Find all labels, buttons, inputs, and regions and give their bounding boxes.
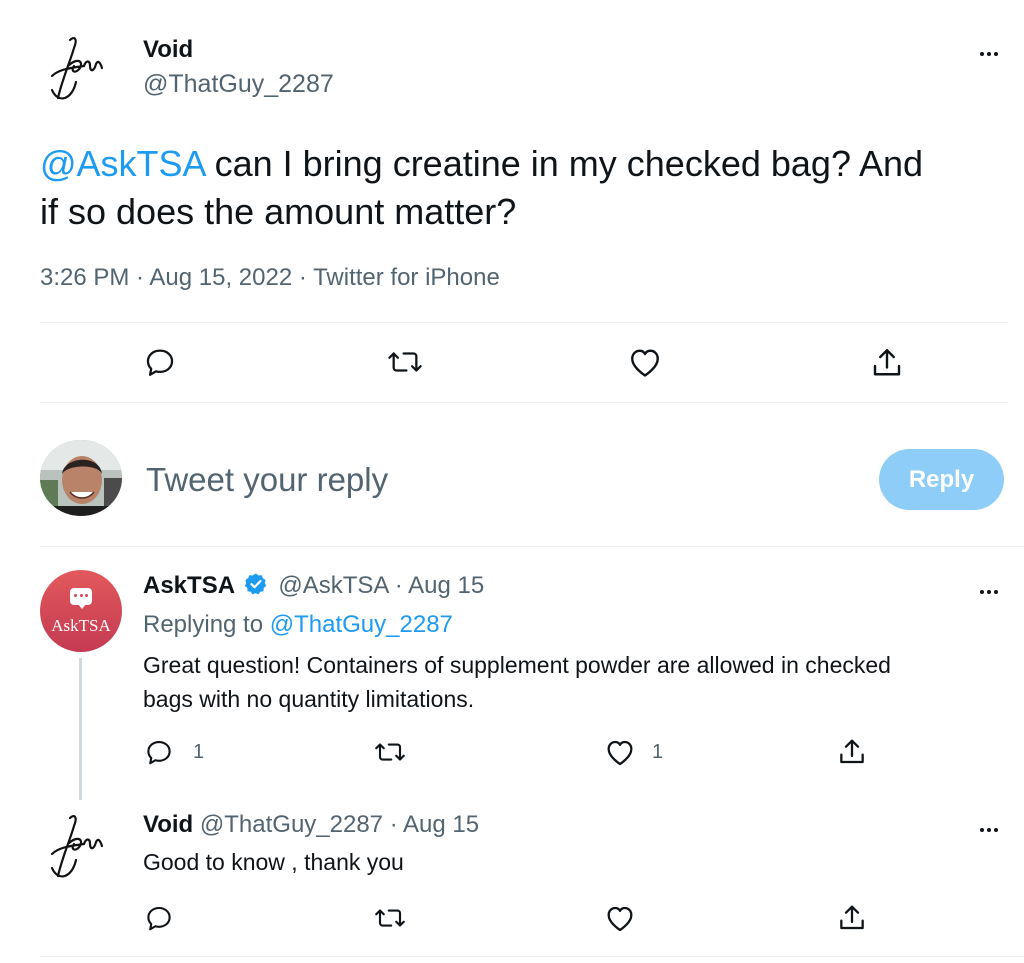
share-icon[interactable]: [836, 736, 868, 768]
asktsa-avatar-text: AskTSA: [51, 616, 111, 635]
reply2-date[interactable]: · Aug 15: [390, 811, 479, 838]
reply2-author-name[interactable]: Void: [143, 811, 193, 838]
verified-badge-icon: [244, 572, 268, 603]
more-icon-dot: [993, 52, 998, 56]
more-icon-dot: [986, 590, 991, 594]
reply-icon[interactable]: [144, 903, 174, 933]
reply2-header: Void @ThatGuy_2287 · Aug 15: [143, 811, 479, 839]
more-icon-dot: [993, 590, 998, 594]
reply1-date[interactable]: · Aug 15: [395, 572, 484, 599]
reply1-author-name[interactable]: AskTSA: [143, 572, 235, 599]
user-photo-icon: [40, 440, 122, 516]
more-icon-dot: [993, 828, 998, 832]
mention-link[interactable]: @AskTSA: [40, 143, 205, 184]
retweet-icon[interactable]: [373, 903, 407, 933]
more-icon: [979, 590, 984, 594]
divider: [40, 322, 1008, 323]
retweet-icon[interactable]: [373, 737, 407, 767]
tweet-meta[interactable]: 3:26 PM · Aug 15, 2022 · Twitter for iPh…: [40, 264, 500, 292]
reply1-text: Great question! Containers of supplement…: [143, 648, 1013, 716]
reply-input[interactable]: [146, 458, 846, 502]
more-icon: [979, 828, 984, 832]
share-icon[interactable]: [869, 345, 905, 381]
reply-count: 1: [193, 741, 205, 763]
like-icon[interactable]: [604, 737, 636, 767]
replying-prefix: Replying to: [143, 611, 270, 638]
divider: [40, 956, 1024, 957]
signature-avatar-icon: [50, 37, 104, 100]
void-avatar[interactable]: [40, 28, 120, 108]
void-avatar[interactable]: [40, 806, 120, 886]
reply-icon[interactable]: [143, 345, 177, 379]
tweet-text-line2: if so does the amount matter?: [40, 191, 517, 232]
divider: [40, 402, 1008, 403]
reply-icon[interactable]: [144, 737, 174, 767]
reply1-handle[interactable]: @AskTSA: [278, 572, 388, 599]
more-options-button[interactable]: [978, 44, 999, 56]
replying-to-link[interactable]: @ThatGuy_2287: [270, 611, 453, 638]
retweet-icon[interactable]: [386, 345, 424, 379]
thread-line: [79, 658, 82, 800]
asktsa-avatar[interactable]: AskTSA: [40, 570, 122, 652]
reply1-text-line1: Great question! Containers of supplement…: [143, 652, 891, 678]
reply-button[interactable]: Reply: [879, 449, 1004, 510]
chat-bubble-icon: [70, 588, 92, 609]
more-icon: [979, 52, 984, 56]
like-icon[interactable]: [627, 345, 663, 379]
share-icon[interactable]: [836, 902, 868, 934]
like-count: 1: [652, 741, 664, 763]
reply2-text: Good to know , thank you: [143, 849, 404, 875]
reply2-handle[interactable]: @ThatGuy_2287: [200, 811, 383, 838]
reply1-header: AskTSA @AskTSA · Aug 15: [143, 572, 484, 603]
user-avatar[interactable]: [40, 440, 122, 516]
like-icon[interactable]: [604, 903, 636, 933]
reply1-text-line2: bags with no quantity limitations.: [143, 686, 475, 712]
author-handle[interactable]: @ThatGuy_2287: [143, 70, 334, 99]
divider: [40, 546, 1024, 547]
author-name[interactable]: Void: [143, 36, 193, 64]
signature-avatar-icon: [50, 815, 104, 878]
more-options-button[interactable]: [978, 820, 999, 832]
tweet-text: @AskTSA can I bring creatine in my check…: [40, 140, 1000, 236]
more-icon-dot: [986, 52, 991, 56]
tweet-text-line1: can I bring creatine in my checked bag? …: [204, 143, 924, 184]
replying-to: Replying to @ThatGuy_2287: [143, 611, 453, 639]
more-icon-dot: [986, 828, 991, 832]
more-options-button[interactable]: [978, 582, 999, 594]
